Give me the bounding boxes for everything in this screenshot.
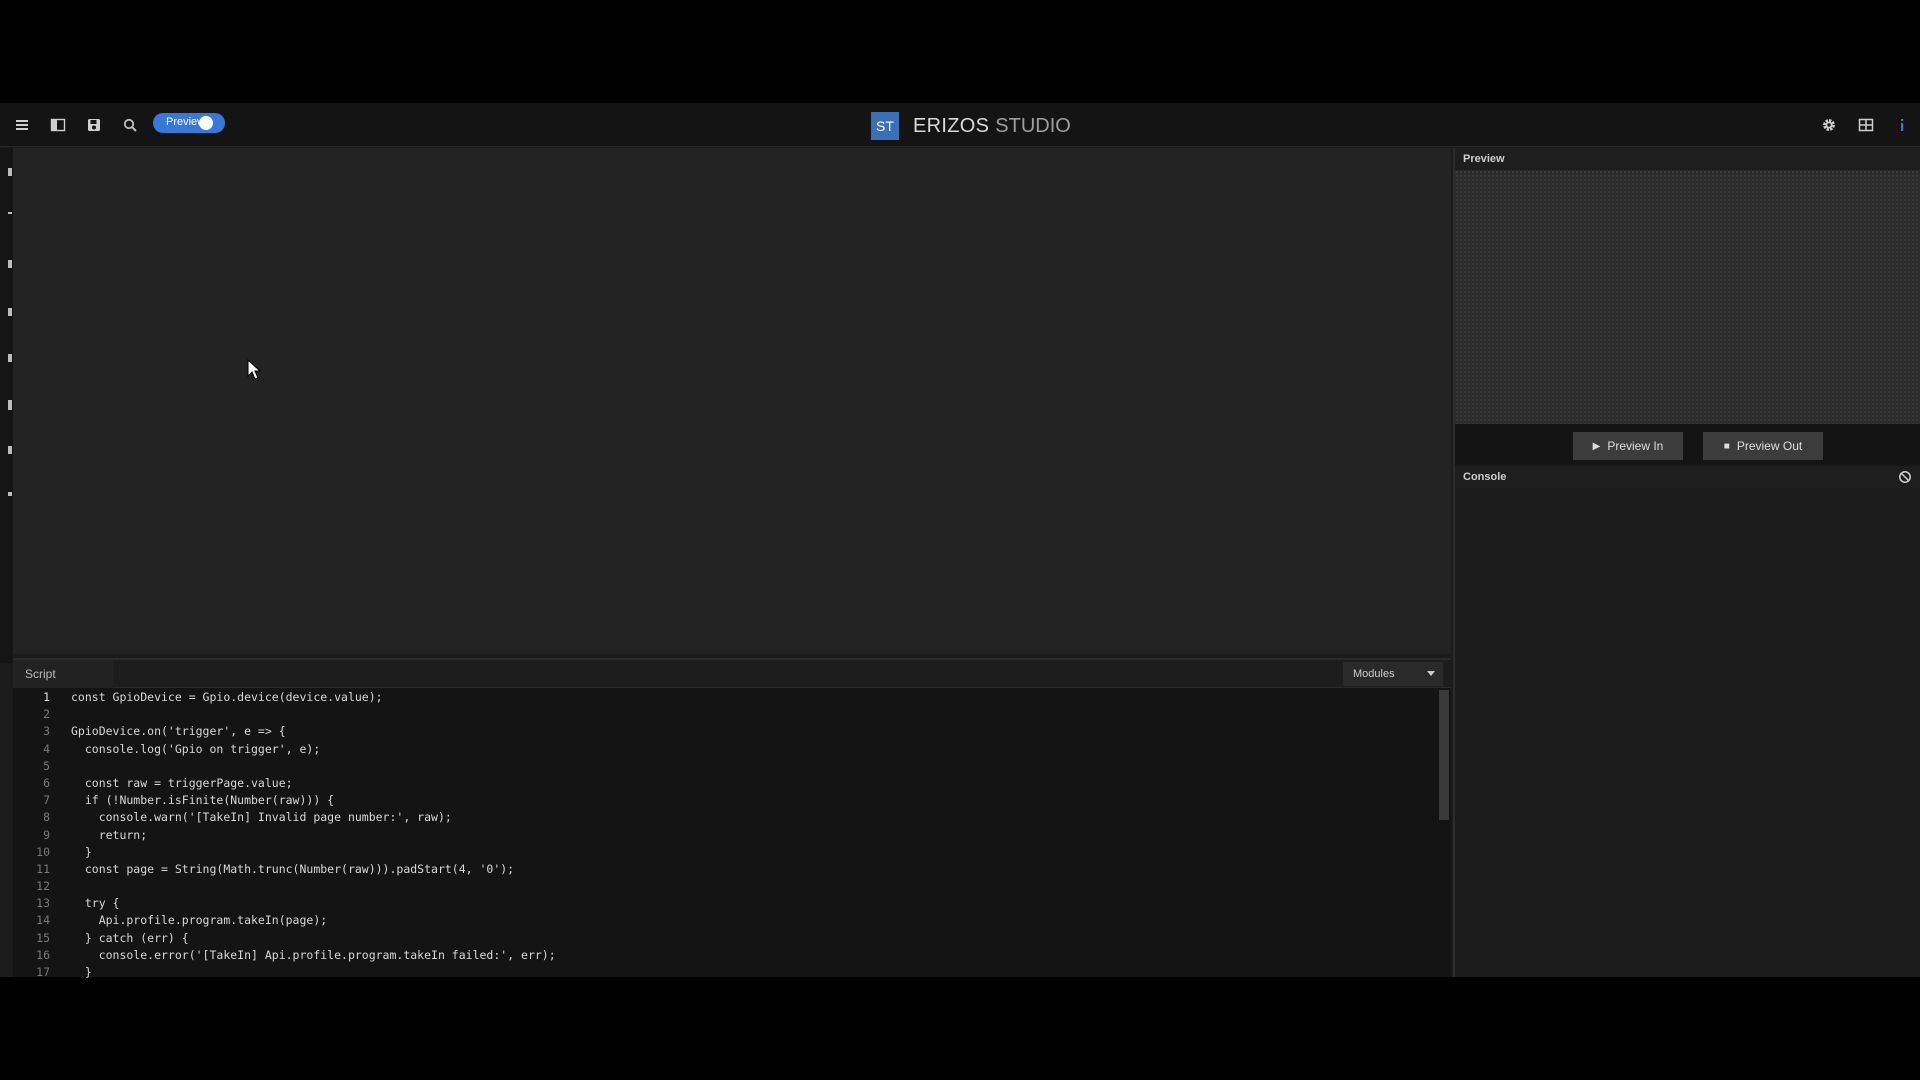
code-line: 8 console.warn('[TakeIn] Invalid page nu…: [13, 809, 1451, 826]
layout-grid-icon[interactable]: [1854, 113, 1878, 137]
code-text: GpioDevice.on('trigger', e => {: [71, 724, 286, 739]
line-number: 15: [36, 930, 50, 945]
script-tab-bar: Script Modules: [13, 660, 1451, 688]
mouse-cursor-icon: [247, 359, 262, 380]
line-number: 17: [36, 965, 50, 979]
code-text: console.log('Gpio on trigger', e);: [71, 741, 321, 756]
line-number: 13: [36, 896, 50, 911]
console-panel-header: Console: [1455, 466, 1920, 488]
code-text: const page = String(Math.trunc(Number(ra…: [71, 861, 515, 876]
code-line: 5: [13, 758, 1451, 775]
code-text: console.warn('[TakeIn] Invalid page numb…: [71, 810, 452, 825]
modules-dropdown[interactable]: Modules: [1343, 662, 1443, 686]
code-line: 17 }: [13, 964, 1451, 979]
gutter-marker: [8, 446, 12, 454]
code-text: return;: [71, 827, 148, 842]
code-line: 11 const page = String(Math.trunc(Number…: [13, 861, 1451, 878]
play-icon: ▶: [1592, 440, 1601, 452]
preview-controls: ▶ Preview In ■ Preview Out: [1455, 424, 1920, 464]
console-panel-title: Console: [1463, 471, 1507, 483]
line-number: 16: [36, 947, 50, 962]
line-number: 8: [43, 810, 50, 825]
line-number: 14: [36, 913, 50, 928]
code-text: }: [71, 844, 92, 859]
gutter-marker: [8, 308, 12, 316]
line-number: 12: [36, 879, 50, 894]
clear-console-icon[interactable]: [1898, 470, 1912, 484]
code-line: 16 console.error('[TakeIn] Api.profile.p…: [13, 947, 1451, 964]
gutter-marker: [8, 168, 12, 176]
preview-toggle-label: Preview: [166, 116, 202, 128]
brand-suffix: STUDIO: [995, 114, 1071, 137]
script-panel: Script Modules 1 const GpioDevice = Gpio.…: [13, 658, 1451, 979]
gutter-marker: [8, 354, 12, 362]
preview-out-label: Preview Out: [1736, 439, 1803, 453]
menu-icon[interactable]: [10, 113, 34, 137]
code-text: }: [71, 965, 92, 979]
gutter-marker: [8, 212, 12, 214]
design-canvas[interactable]: [13, 148, 1451, 654]
preview-in-button[interactable]: ▶ Preview In: [1573, 432, 1683, 460]
code-line: 13 try {: [13, 895, 1451, 912]
toggle-knob: [199, 116, 213, 130]
stop-icon: ■: [1723, 440, 1730, 452]
left-gutter: [0, 148, 13, 663]
preview-toggle[interactable]: Preview: [153, 113, 225, 133]
code-line: 10 }: [13, 844, 1451, 861]
preview-panel-title: Preview: [1455, 148, 1920, 170]
code-line: 15 } catch (err) {: [13, 930, 1451, 947]
code-line: 3 GpioDevice.on('trigger', e => {: [13, 723, 1451, 740]
code-line: 9 return;: [13, 827, 1451, 844]
chevron-down-icon: [1427, 671, 1435, 676]
code-text: Api.profile.program.takeIn(page);: [71, 913, 328, 928]
code-editor[interactable]: 1 const GpioDevice = Gpio.device(device.v…: [13, 689, 1451, 979]
code-line: 14 Api.profile.program.takeIn(page);: [13, 912, 1451, 929]
modules-dropdown-label: Modules: [1353, 668, 1395, 680]
line-number: 7: [43, 793, 50, 808]
line-number: 3: [43, 724, 50, 739]
line-number: 1: [43, 690, 50, 704]
line-number: 9: [43, 827, 50, 842]
toolbar: Preview ST ERIZOS STUDIO: [0, 103, 1920, 147]
preview-out-button[interactable]: ■ Preview Out: [1703, 432, 1823, 460]
code-line: 4 console.log('Gpio on trigger', e);: [13, 741, 1451, 758]
gutter-marker: [8, 492, 12, 496]
preview-in-label: Preview In: [1607, 439, 1664, 453]
search-icon[interactable]: [118, 113, 142, 137]
code-scrollbar[interactable]: [1439, 690, 1449, 820]
console-output: [1455, 488, 1920, 977]
code-text: console.error('[TakeIn] Api.profile.prog…: [71, 947, 556, 962]
code-text: } catch (err) {: [71, 930, 189, 945]
code-line: 12: [13, 878, 1451, 895]
code-line: 2: [13, 706, 1451, 723]
code-text: try {: [71, 896, 120, 911]
panel-toggle-icon[interactable]: [46, 113, 70, 137]
line-number: 10: [36, 844, 50, 859]
code-line: 6 const raw = triggerPage.value;: [13, 775, 1451, 792]
code-text: if (!Number.isFinite(Number(raw))) {: [71, 793, 335, 808]
gutter-marker: [8, 400, 12, 410]
brand-logo: ST: [871, 112, 899, 140]
code-line: 7 if (!Number.isFinite(Number(raw))) {: [13, 792, 1451, 809]
brand-name: ERIZOS: [913, 114, 990, 137]
save-icon[interactable]: [82, 113, 106, 137]
code-line: 1 const GpioDevice = Gpio.device(device.v…: [13, 689, 1451, 706]
line-number: 5: [43, 758, 50, 773]
line-number: 6: [43, 775, 50, 790]
right-panel: Preview ▶ Preview In ■ Preview Out Conso…: [1453, 148, 1920, 977]
preview-area: [1455, 170, 1920, 424]
brand: ST ERIZOS STUDIO: [871, 111, 1071, 141]
line-number: 4: [43, 741, 50, 756]
app-window: Preview ST ERIZOS STUDIO Script Modules …: [0, 103, 1920, 979]
code-text: const GpioDevice = Gpio.device(device.va…: [71, 690, 383, 704]
tab-script[interactable]: Script: [13, 660, 113, 688]
gear-icon[interactable]: [1817, 113, 1841, 137]
line-number: 11: [36, 861, 50, 876]
code-lines: 1 const GpioDevice = Gpio.device(device.v…: [13, 689, 1451, 979]
info-icon[interactable]: [1890, 113, 1914, 137]
code-text: const raw = triggerPage.value;: [71, 775, 293, 790]
line-number: 2: [43, 707, 50, 722]
gutter-marker: [8, 260, 12, 268]
